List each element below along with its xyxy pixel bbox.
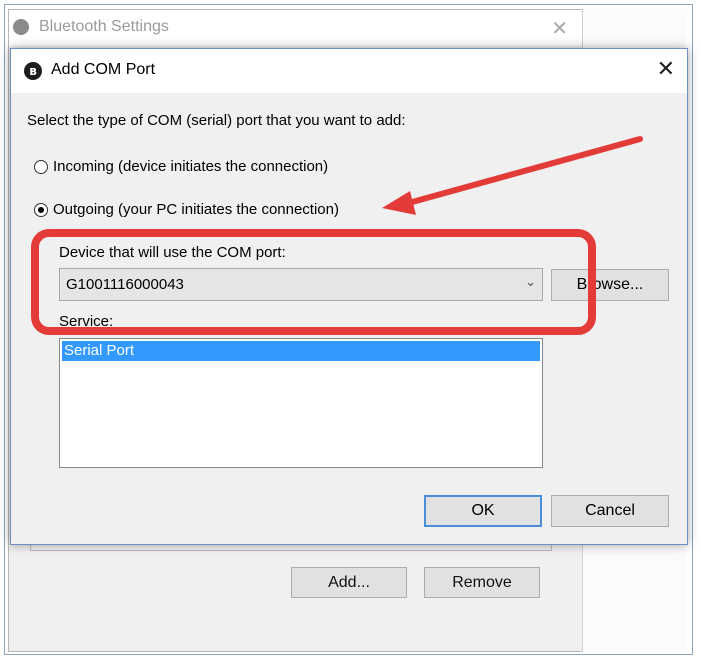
annotation-arrow (382, 136, 643, 215)
arrow-head (382, 191, 416, 215)
arrow-shaft (402, 136, 643, 207)
